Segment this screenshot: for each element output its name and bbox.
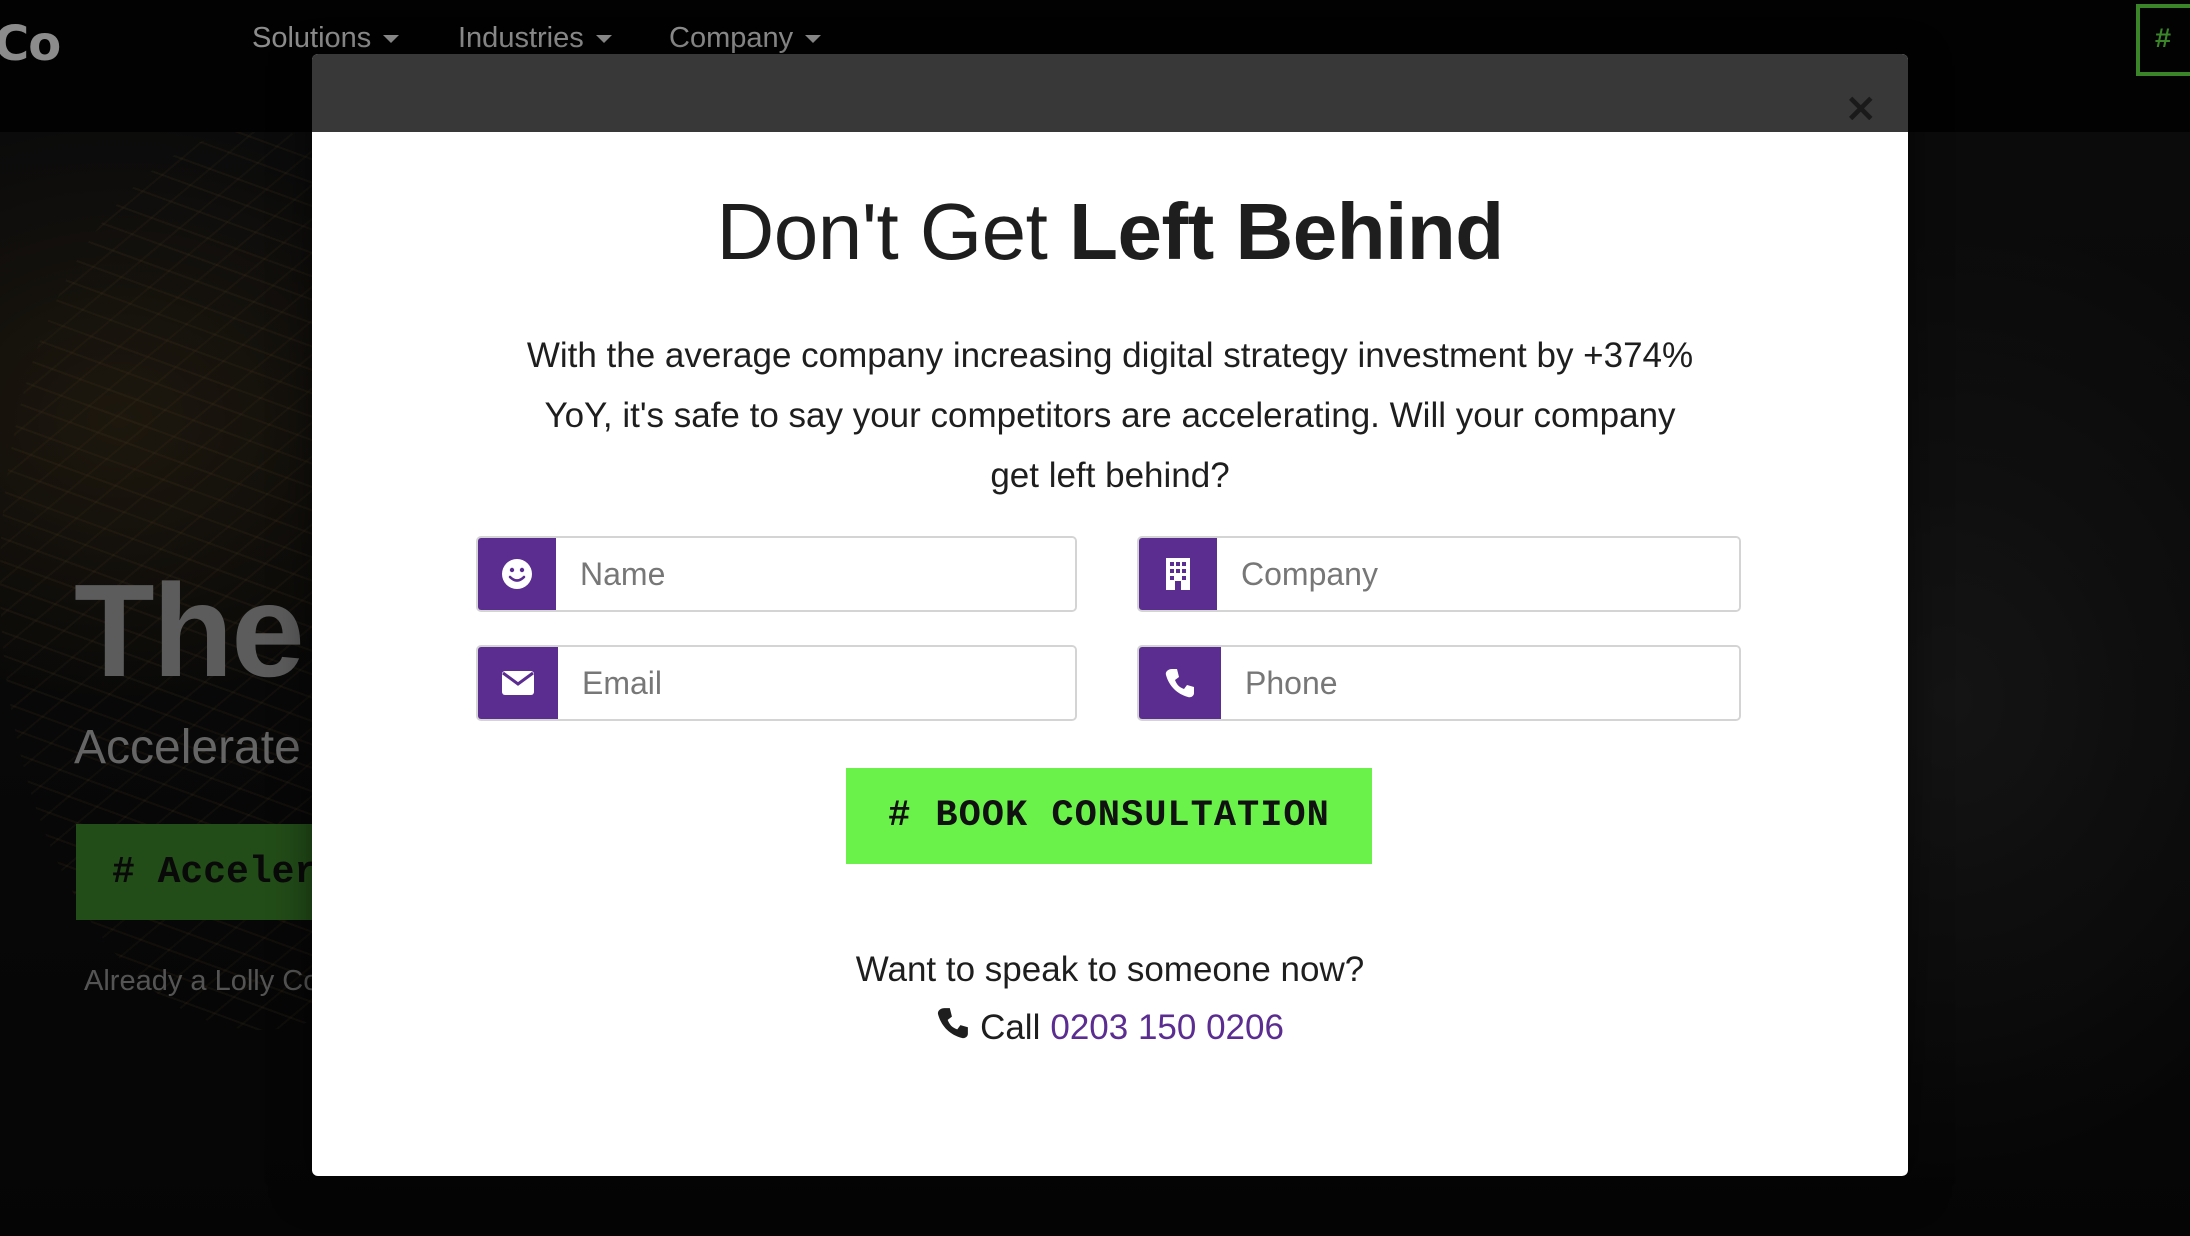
phone-number-link[interactable]: 0203 150 0206 [1050, 1008, 1284, 1048]
name-field [476, 536, 1077, 612]
smiley-icon [478, 538, 556, 610]
modal-title-regular: Don't Get [716, 187, 1070, 276]
modal-title-bold: Left Behind [1069, 187, 1504, 276]
hash-icon: # [888, 795, 912, 837]
close-button[interactable]: × [1844, 88, 1878, 128]
phone-field [1137, 645, 1741, 721]
company-field [1137, 536, 1741, 612]
phone-icon [1139, 647, 1221, 719]
phone-icon [936, 1006, 970, 1049]
consultation-modal: × Don't Get Left Behind With the average… [312, 54, 1908, 1176]
email-field [476, 645, 1077, 721]
envelope-icon [478, 647, 558, 719]
name-input[interactable] [556, 538, 1075, 610]
modal-header [312, 54, 1908, 132]
speak-prompt: Want to speak to someone now? [855, 950, 1365, 989]
close-icon: × [1844, 85, 1878, 131]
email-input[interactable] [558, 647, 1075, 719]
book-consultation-button[interactable]: # BOOK CONSULTATION [846, 768, 1372, 864]
modal-description: With the average company increasing digi… [526, 336, 1694, 495]
call-line: Call 0203 150 0206 [312, 1006, 1908, 1049]
building-icon [1139, 538, 1217, 610]
book-consultation-label: BOOK CONSULTATION [935, 795, 1330, 837]
phone-input[interactable] [1221, 647, 1739, 719]
company-input[interactable] [1217, 538, 1739, 610]
modal-title: Don't Get Left Behind [312, 186, 1908, 278]
call-label: Call [980, 1007, 1041, 1047]
